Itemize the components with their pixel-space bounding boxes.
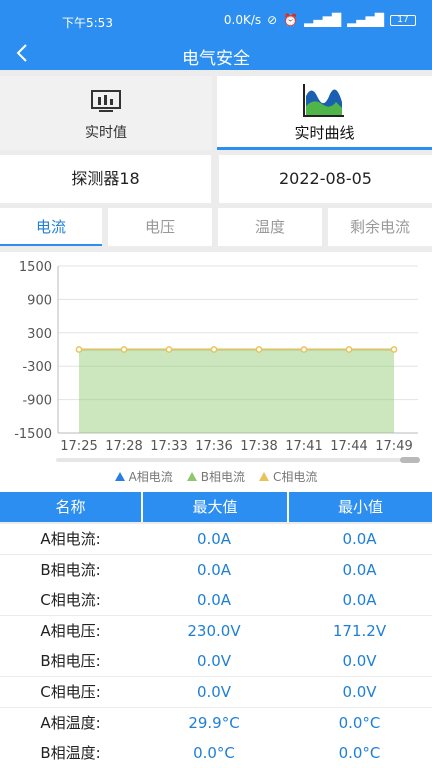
tab-realtime-curve-label: 实时曲线 [294, 124, 355, 142]
x-tick-label: 17:41 [285, 439, 322, 454]
status-time: 下午5:53 [62, 16, 113, 30]
legend-item-c[interactable]: C相电流 [259, 468, 317, 485]
subtab-residual-current[interactable]: 剩余电流 [328, 208, 432, 246]
data-point [210, 346, 218, 353]
x-tick-label: 17:25 [60, 439, 97, 454]
tab-realtime-value-label: 实时值 [85, 125, 127, 141]
y-tick-label: -300 [22, 360, 52, 375]
row-name: B相温度: [40, 744, 101, 763]
tab-realtime-value[interactable]: 实时值 [0, 76, 212, 150]
col-max-header: 最大值 [192, 498, 238, 516]
battery-level: 17 [397, 15, 409, 25]
y-tick-label: -1500 [14, 427, 52, 442]
col-min-header: 最小值 [337, 498, 383, 516]
row-max: 0.0A [196, 591, 232, 610]
legend-marker-a [114, 472, 125, 481]
row-max: 0.0V [196, 683, 232, 701]
net-speed: 0.0K/s [223, 13, 262, 27]
page-title: 电气安全 [182, 49, 250, 69]
row-name: A相电压: [40, 621, 101, 640]
subtab-temperature[interactable]: 温度 [218, 208, 322, 246]
data-point [390, 346, 398, 353]
row-max: 0.0V [196, 652, 232, 671]
row-max: 0.0A [196, 560, 232, 579]
data-point [255, 346, 263, 353]
table-row: B相温度: 0.0°C 0.0°C [0, 738, 432, 768]
y-tick-label: 900 [27, 293, 52, 308]
row-name: B相电压: [40, 652, 101, 671]
x-tick-label: 17:49 [375, 439, 412, 454]
row-name: C相电流: [40, 591, 101, 610]
app-header: 电气安全 [0, 40, 432, 70]
x-tick-label: 17:38 [240, 439, 277, 454]
mute-icon: ⊘ [267, 13, 278, 27]
table-header: 名称 最大值 最小值 [0, 492, 432, 522]
legend-marker-b [186, 472, 197, 481]
date-selector[interactable]: 2022-08-05 [219, 155, 432, 203]
area-chart-icon [303, 84, 344, 117]
row-max: 0.0A [196, 530, 232, 548]
row-name: A相电流: [40, 530, 101, 548]
chart-canvas: 1500 900 300 -300 -900 -1500 17:25 17:28 17:33 17… [14, 260, 420, 463]
realtime-chart: 1500 900 300 -300 -900 -1500 17:25 17:28 17:33 17… [0, 252, 432, 492]
y-tick-label: 300 [27, 327, 52, 342]
row-min: 0.0A [342, 591, 377, 610]
status-bar: 下午5:53 0.0K/s ⊘ ⏰ ▂▄▆█ ▂▄▆█ 17 [0, 0, 432, 40]
x-tick-label: 17:36 [195, 439, 232, 454]
legend-item-b[interactable]: B相电流 [186, 468, 246, 485]
data-point [345, 346, 353, 353]
realtime-value-icon [91, 90, 121, 112]
chart-legend: A相电流 B相电流 C相电流 [0, 468, 432, 485]
battery-icon: 17 [390, 15, 416, 26]
table-row: B相电压: 0.0V 0.0V [0, 646, 432, 677]
legend-label-c: C相电流 [273, 470, 318, 484]
table-row: A相电压: 230.0V 171.2V [0, 615, 432, 646]
table-row: B相电流: 0.0A 0.0A [0, 554, 432, 585]
chart-scroll-track [56, 458, 420, 462]
subtab-current[interactable]: 电流 [0, 208, 102, 246]
tab-realtime-curve[interactable]: 实时曲线 [217, 76, 432, 150]
data-point [300, 346, 308, 353]
row-max: 230.0V [187, 621, 241, 640]
table-row: C相电压: 0.0V 0.0V [0, 677, 432, 707]
row-min: 0.0V [342, 683, 377, 701]
x-tick-label: 17:28 [105, 439, 142, 454]
signal-icon: ▂▄▆█ [304, 13, 342, 27]
data-point [75, 346, 83, 353]
row-name: A相温度: [40, 713, 101, 732]
row-min: 0.0°C [338, 713, 381, 732]
data-point [120, 346, 128, 353]
subtab-voltage[interactable]: 电压 [108, 208, 212, 246]
signal-icon-2: ▂▄▆█ [347, 13, 384, 27]
y-tick-label: -900 [22, 394, 52, 409]
series-area-2 [79, 350, 394, 434]
row-name: C相电压: [40, 683, 101, 701]
y-tick-label: 1500 [19, 260, 52, 275]
table-row: C相电流: 0.0A 0.0A [0, 585, 432, 616]
legend-marker-c [259, 472, 270, 481]
row-max: 0.0°C [193, 744, 235, 763]
row-min: 0.0V [342, 652, 377, 671]
legend-label-a: A相电流 [128, 470, 173, 484]
alarm-icon: ⏰ [283, 13, 299, 27]
row-min: 171.2V [332, 621, 387, 640]
status-indicators: 0.0K/s ⊘ ⏰ ▂▄▆█ ▂▄▆█ [224, 13, 384, 27]
row-name: B相电流: [40, 560, 101, 579]
row-min: 0.0A [342, 530, 377, 548]
row-min: 0.0°C [338, 744, 381, 763]
row-max: 29.9°C [188, 713, 240, 732]
detector-selector[interactable]: 探测器18 [0, 155, 211, 203]
data-point [165, 346, 173, 353]
legend-label-b: B相电流 [200, 470, 246, 484]
table-row: A相温度: 29.9°C 0.0°C [0, 707, 432, 738]
x-tick-label: 17:33 [150, 439, 187, 454]
x-tick-label: 17:44 [330, 439, 367, 454]
chart-scroll-thumb [400, 457, 420, 463]
row-min: 0.0A [342, 560, 377, 579]
legend-item-a[interactable]: A相电流 [114, 468, 173, 485]
col-name-header: 名称 [55, 498, 86, 516]
table-row: A相电流: 0.0A 0.0A [0, 524, 432, 554]
